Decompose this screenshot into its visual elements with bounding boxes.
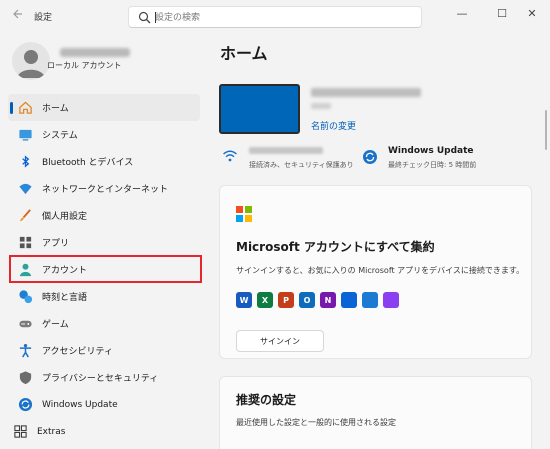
sidebar-item-label: Bluetooth とデバイス xyxy=(42,158,134,168)
bluetooth-icon xyxy=(17,154,33,170)
sidebar-item-network[interactable]: ネットワークとインターネット xyxy=(8,175,200,202)
device-model-redacted xyxy=(311,103,331,109)
card-title: 推奨の設定 xyxy=(236,393,297,407)
sidebar-item-personalization[interactable]: 個人用設定 xyxy=(8,202,200,229)
avatar xyxy=(12,42,50,80)
sidebar-item-windows-update[interactable]: Windows Update xyxy=(8,391,200,418)
sidebar-item-extras[interactable]: Extras xyxy=(3,418,200,445)
back-arrow-icon[interactable] xyxy=(6,7,28,27)
privacy-shield-icon xyxy=(17,370,33,386)
outlook-icon: O xyxy=(299,292,315,308)
windows-update-status-icon xyxy=(363,150,377,164)
sidebar-item-label: ホーム xyxy=(42,104,69,114)
onenote-icon: N xyxy=(320,292,336,308)
scrollbar[interactable] xyxy=(545,110,547,150)
rename-link[interactable]: 名前の変更 xyxy=(311,119,356,132)
annotation-highlight-box xyxy=(9,255,202,283)
home-icon xyxy=(17,100,33,116)
search-icon xyxy=(138,11,151,24)
app-title: 設定 xyxy=(34,13,53,23)
sidebar-item-time-language[interactable]: 時刻と言語 xyxy=(8,283,200,310)
sidebar-item-label: Extras xyxy=(37,426,66,437)
search-box[interactable] xyxy=(128,6,422,28)
sidebar-item-system[interactable]: システム xyxy=(8,121,200,148)
defender-icon xyxy=(362,292,378,308)
windows-update-status-title[interactable]: Windows Update xyxy=(388,146,474,156)
recommended-settings-card: 推奨の設定 最近使用した設定と一般的に使用される設定 xyxy=(219,376,532,449)
card-description: サインインすると、お気に入りの Microsoft アプリをデバイスに接続できま… xyxy=(236,266,525,275)
user-avatar-icon xyxy=(17,50,45,78)
accessibility-icon xyxy=(17,343,33,359)
device-name-redacted xyxy=(311,88,421,97)
minimize-button[interactable]: — xyxy=(444,4,480,22)
apps-icon xyxy=(17,235,33,251)
search-input[interactable] xyxy=(155,10,415,25)
wifi-icon xyxy=(223,150,237,162)
card-description: 最近使用した設定と一般的に使用される設定 xyxy=(236,418,396,427)
gaming-icon xyxy=(17,316,33,332)
sidebar-item-label: プライバシーとセキュリティ xyxy=(42,374,159,384)
close-button[interactable]: ✕ xyxy=(514,4,550,22)
microsoft-logo-icon xyxy=(236,206,252,222)
network-status-text: 接続済み、セキュリティ保護あり xyxy=(249,161,354,169)
sidebar-item-label: システム xyxy=(42,131,78,141)
device-thumbnail xyxy=(219,84,300,134)
title-bar: 設定 — ☐ ✕ xyxy=(0,0,550,34)
sidebar-item-home[interactable]: ホーム xyxy=(8,94,200,121)
powerpoint-icon: P xyxy=(278,292,294,308)
system-icon xyxy=(17,127,33,143)
windows-update-icon xyxy=(17,397,33,413)
signin-button[interactable]: サインイン xyxy=(236,330,324,352)
sidebar-item-label: ネットワークとインターネット xyxy=(42,185,169,195)
card-title: Microsoft アカウントにすべて集約 xyxy=(236,240,435,254)
sidebar-item-privacy[interactable]: プライバシーとセキュリティ xyxy=(8,364,200,391)
microsoft-account-card: Microsoft アカウントにすべて集約 サインインすると、お気に入りの Mi… xyxy=(219,185,532,359)
sidebar-item-label: 個人用設定 xyxy=(42,212,88,222)
network-icon xyxy=(17,181,33,197)
sidebar-item-label: アクセシビリティ xyxy=(42,347,114,357)
personalization-icon xyxy=(17,208,33,224)
time-language-icon xyxy=(17,289,33,305)
extras-icon xyxy=(12,424,28,440)
sidebar-item-accessibility[interactable]: アクセシビリティ xyxy=(8,337,200,364)
word-icon: W xyxy=(236,292,252,308)
sidebar-item-label: ゲーム xyxy=(42,320,69,330)
microsoft-apps-row: WXPON xyxy=(236,292,399,308)
page-title: ホーム xyxy=(220,44,268,63)
clipchamp-icon xyxy=(383,292,399,308)
profile-name-redacted xyxy=(60,48,130,57)
sidebar-item-apps[interactable]: アプリ xyxy=(8,229,200,256)
sidebar-item-label: Windows Update xyxy=(42,399,118,410)
onedrive-icon xyxy=(341,292,357,308)
excel-icon: X xyxy=(257,292,273,308)
sidebar-item-gaming[interactable]: ゲーム xyxy=(8,310,200,337)
sidebar-item-label: アプリ xyxy=(42,239,70,249)
profile-account-type: ローカル アカウント xyxy=(47,61,122,70)
sidebar-item-bluetooth[interactable]: Bluetooth とデバイス xyxy=(8,148,200,175)
windows-update-status-text: 最終チェック日時: 5 時間前 xyxy=(388,161,477,169)
network-name-redacted xyxy=(249,147,323,154)
sidebar-item-label: 時刻と言語 xyxy=(42,293,88,303)
